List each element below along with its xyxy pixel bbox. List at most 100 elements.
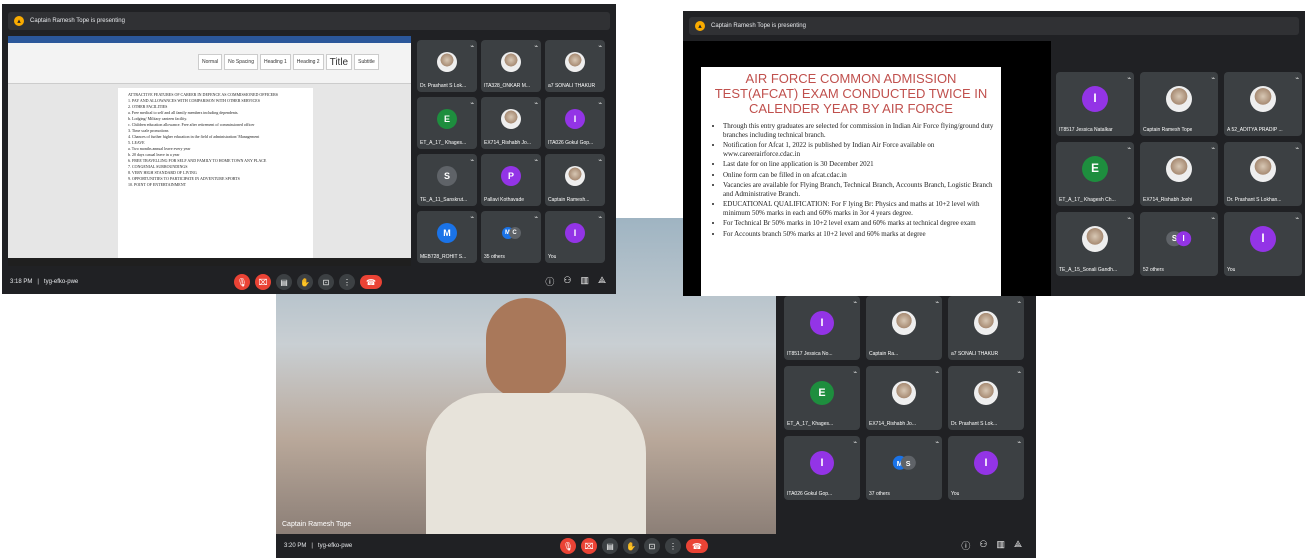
participant-name: You bbox=[951, 491, 960, 497]
participant-tile[interactable]: ⌁ Dr. Prashant S Lok... bbox=[948, 366, 1024, 430]
participant-tile[interactable]: ⌁ I IT8517 Jessica No... bbox=[784, 296, 860, 360]
call-controls: 🎙 ⌧ ▤ ✋ ⊡ ⋮ ☎ bbox=[560, 538, 708, 554]
present-button[interactable]: ⊡ bbox=[318, 274, 334, 290]
people-icon[interactable]: ⚇ bbox=[979, 539, 987, 552]
participant-tile[interactable]: ⌁ EX714_Rishabh Joshi bbox=[1140, 142, 1218, 206]
call-controls: 🎙 ⌧ ▤ ✋ ⊡ ⋮ ☎ bbox=[234, 274, 382, 290]
participant-tile[interactable]: ⌁ A 52_ADITYA PRADIP ... bbox=[1224, 72, 1302, 136]
style-option[interactable]: Subtitle bbox=[354, 54, 379, 70]
participant-tile[interactable]: ⌁ a7 SONALI THAKUR bbox=[948, 296, 1024, 360]
avatar: I bbox=[1175, 231, 1192, 247]
mic-muted-icon: ⌁ bbox=[853, 370, 857, 376]
participant-name: You bbox=[548, 254, 557, 260]
slide-bullet: EDUCATIONAL QUALIFICATION: For F lying B… bbox=[723, 200, 1001, 217]
document-line: 10. POINT OF ENTERTAINMENT bbox=[128, 182, 187, 187]
participant-tile[interactable]: ⌁ a7 SONALI THAKUR bbox=[545, 40, 605, 92]
participant-tile[interactable]: ⌁ S TE_A_11_Sanskrut... bbox=[417, 154, 477, 206]
presenting-banner: ▴ Captain Ramesh Tope is presenting bbox=[8, 12, 610, 30]
mic-muted-icon: ⌁ bbox=[598, 158, 602, 164]
leave-call-button[interactable]: ☎ bbox=[686, 539, 708, 553]
participant-tile[interactable]: ⌁ I ITA026 Gokul Gop... bbox=[784, 436, 860, 500]
participant-name: A 52_ADITYA PRADIP ... bbox=[1227, 127, 1283, 133]
right-controls: ⓘ ⚇ ▥ ⟁ bbox=[961, 539, 1022, 552]
participant-tile[interactable]: ⌁ I You bbox=[545, 211, 605, 263]
mic-muted-icon: ⌁ bbox=[598, 101, 602, 107]
participant-tile[interactable]: ⌁ Captain Ra... bbox=[866, 296, 942, 360]
chat-icon[interactable]: ▥ bbox=[996, 539, 1005, 552]
participant-tile[interactable]: ⌁ EX714_Rishabh Jo... bbox=[481, 97, 541, 149]
participant-tile[interactable]: ⌁ TE_A_15_Sonali Gandh... bbox=[1056, 212, 1134, 276]
style-option[interactable]: Heading 2 bbox=[292, 54, 324, 70]
slide-bullet: For Technical Br 50% marks in 10+2 level… bbox=[723, 219, 1001, 228]
mic-muted-icon: ⌁ bbox=[1295, 76, 1299, 82]
avatar-photo bbox=[1250, 155, 1276, 182]
mic-muted-icon: ⌁ bbox=[534, 215, 538, 221]
leave-call-button[interactable]: ☎ bbox=[360, 275, 382, 289]
present-button[interactable]: ⊡ bbox=[644, 538, 660, 554]
participant-tile[interactable]: ⌁ EX714_Rishabh Jo... bbox=[866, 366, 942, 430]
participant-tile[interactable]: ⌁ Captain Ramesh... bbox=[545, 154, 605, 206]
participant-name: You bbox=[1227, 267, 1236, 273]
avatar-photo bbox=[1166, 155, 1192, 182]
activities-icon[interactable]: ⟁ bbox=[598, 275, 606, 288]
present-icon: ▴ bbox=[14, 16, 24, 26]
participant-name: ITA328_ONKAR M... bbox=[484, 83, 531, 89]
style-option[interactable]: Heading 1 bbox=[259, 54, 291, 70]
participant-tile[interactable]: ⌁ M MEB728_ROHIT S... bbox=[417, 211, 477, 263]
participant-tile[interactable]: ⌁ ITA328_ONKAR M... bbox=[481, 40, 541, 92]
avatar: E bbox=[437, 108, 457, 129]
participant-tile[interactable]: ⌁ P Pallavi Kothavade bbox=[481, 154, 541, 206]
mic-off-button[interactable]: 🎙 bbox=[234, 274, 250, 290]
document-page: ATTRACTIVE FEATURES OF CAREER IN DEFENCE… bbox=[118, 88, 313, 263]
participant-tile[interactable]: ⌁ E ET_A_17_ Khagesh Ch... bbox=[1056, 142, 1134, 206]
activities-icon[interactable]: ⟁ bbox=[1014, 539, 1022, 552]
participant-tile[interactable]: ⌁ M S 37 others bbox=[866, 436, 942, 500]
mic-muted-icon: ⌁ bbox=[853, 440, 857, 446]
info-icon[interactable]: ⓘ bbox=[961, 539, 970, 552]
avatar: I bbox=[565, 222, 585, 243]
more-options-button[interactable]: ⋮ bbox=[665, 538, 681, 554]
participant-name: Captain Ramesh... bbox=[548, 197, 590, 203]
mic-muted-icon: ⌁ bbox=[470, 158, 474, 164]
participant-tile[interactable]: ⌁ I You bbox=[948, 436, 1024, 500]
more-options-button[interactable]: ⋮ bbox=[339, 274, 355, 290]
participant-name: MEB728_ROHIT S... bbox=[420, 254, 467, 260]
avatar-photo bbox=[501, 108, 521, 129]
participant-tile[interactable]: ⌁ E ET_A_17_ Khages... bbox=[417, 97, 477, 149]
avatar: C bbox=[508, 226, 521, 239]
avatar: I bbox=[810, 310, 834, 335]
participant-tile[interactable]: ⌁ Dr. Prashant S Lokhan... bbox=[1224, 142, 1302, 206]
shared-word-window: Normal No Spacing Heading 1 Heading 2 Title S… bbox=[8, 36, 411, 266]
participant-tile[interactable]: ⌁ E ET_A_17_ Khages... bbox=[784, 366, 860, 430]
participant-tile[interactable]: ⌁ Dr. Prashant S Lok... bbox=[417, 40, 477, 92]
participant-name: EX714_Rishabh Jo... bbox=[484, 140, 531, 146]
slide-bullet: Through this entry graduates are selecte… bbox=[723, 122, 1001, 139]
mic-muted-icon: ⌁ bbox=[534, 158, 538, 164]
slide-bullet: For Accounts branch 50% marks at 10+2 le… bbox=[723, 230, 1001, 239]
people-icon[interactable]: ⚇ bbox=[563, 275, 571, 288]
captions-button[interactable]: ▤ bbox=[602, 538, 618, 554]
participant-tile[interactable]: ⌁ M C 35 others bbox=[481, 211, 541, 263]
slide-bullet: Online form can be filled in on afcat.cd… bbox=[723, 171, 1001, 180]
raise-hand-button[interactable]: ✋ bbox=[297, 274, 313, 290]
participant-tile[interactable]: ⌁ S I 52 others bbox=[1140, 212, 1218, 276]
raise-hand-button[interactable]: ✋ bbox=[623, 538, 639, 554]
chat-icon[interactable]: ▥ bbox=[580, 275, 589, 288]
participant-tile[interactable]: ⌁ I IT8517 Jessica Natalkar bbox=[1056, 72, 1134, 136]
participant-tile[interactable]: ⌁ I ITA026 Gokul Gop... bbox=[545, 97, 605, 149]
camera-off-button[interactable]: ⌧ bbox=[581, 538, 597, 554]
avatar: S bbox=[900, 455, 916, 471]
participant-tile[interactable]: ⌁ Captain Ramesh Tope bbox=[1140, 72, 1218, 136]
meeting-time: 3:18 PM bbox=[10, 279, 33, 285]
style-option[interactable]: No Spacing bbox=[224, 54, 258, 70]
camera-off-button[interactable]: ⌧ bbox=[255, 274, 271, 290]
participant-tile[interactable]: ⌁ I You bbox=[1224, 212, 1302, 276]
style-option[interactable]: Title bbox=[325, 54, 353, 70]
mic-off-button[interactable]: 🎙 bbox=[560, 538, 576, 554]
speaker-figure bbox=[426, 298, 646, 534]
info-icon[interactable]: ⓘ bbox=[545, 275, 554, 288]
captions-button[interactable]: ▤ bbox=[276, 274, 292, 290]
slide: AIR FORCE COMMON ADMISSION TEST(AFCAT) E… bbox=[701, 67, 1001, 296]
avatar: E bbox=[1082, 155, 1108, 182]
style-option[interactable]: Normal bbox=[198, 54, 223, 70]
